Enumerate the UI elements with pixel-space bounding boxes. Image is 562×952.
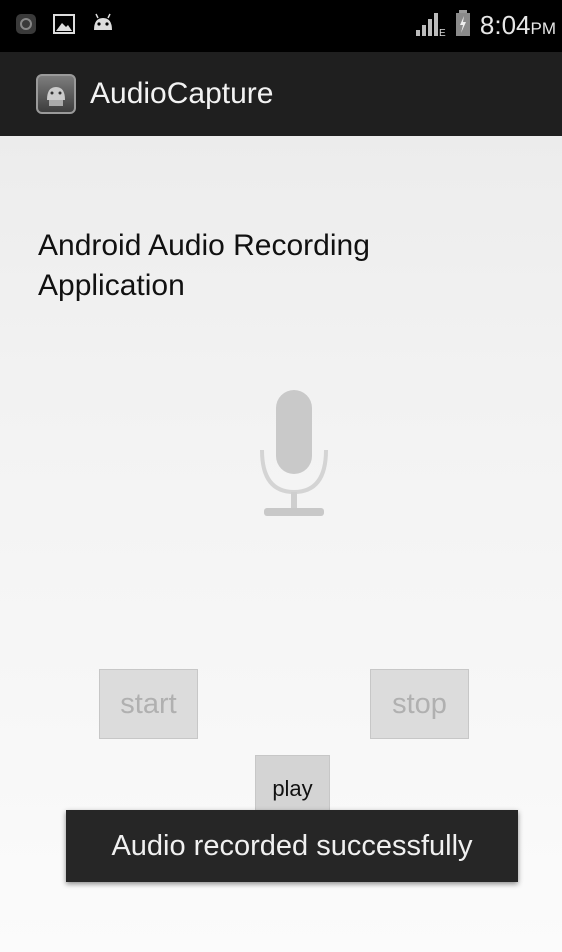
- stop-button[interactable]: stop: [370, 669, 469, 739]
- app-title: AudioCapture: [90, 77, 274, 110]
- status-right-icons: E 8:04PM: [414, 8, 556, 43]
- status-bar: E 8:04PM: [0, 0, 562, 52]
- status-left-icons: [14, 12, 116, 41]
- battery-icon: [454, 8, 472, 43]
- android-icon: [90, 12, 116, 41]
- image-icon: [52, 12, 76, 41]
- action-bar: AudioCapture: [0, 52, 562, 136]
- clock-time: 8:04: [479, 10, 531, 40]
- svg-text:E: E: [439, 28, 446, 38]
- signal-icon: E: [414, 8, 446, 43]
- microphone-icon: [252, 382, 336, 529]
- status-clock: 8:04PM: [480, 10, 556, 41]
- notification-icon: [14, 12, 38, 41]
- page-title: Android Audio Recording Application: [38, 229, 370, 302]
- android-app-icon[interactable]: [36, 74, 76, 114]
- start-button[interactable]: start: [99, 669, 198, 739]
- toast-message: Audio recorded successfully: [66, 810, 518, 882]
- clock-ampm: PM: [530, 19, 557, 38]
